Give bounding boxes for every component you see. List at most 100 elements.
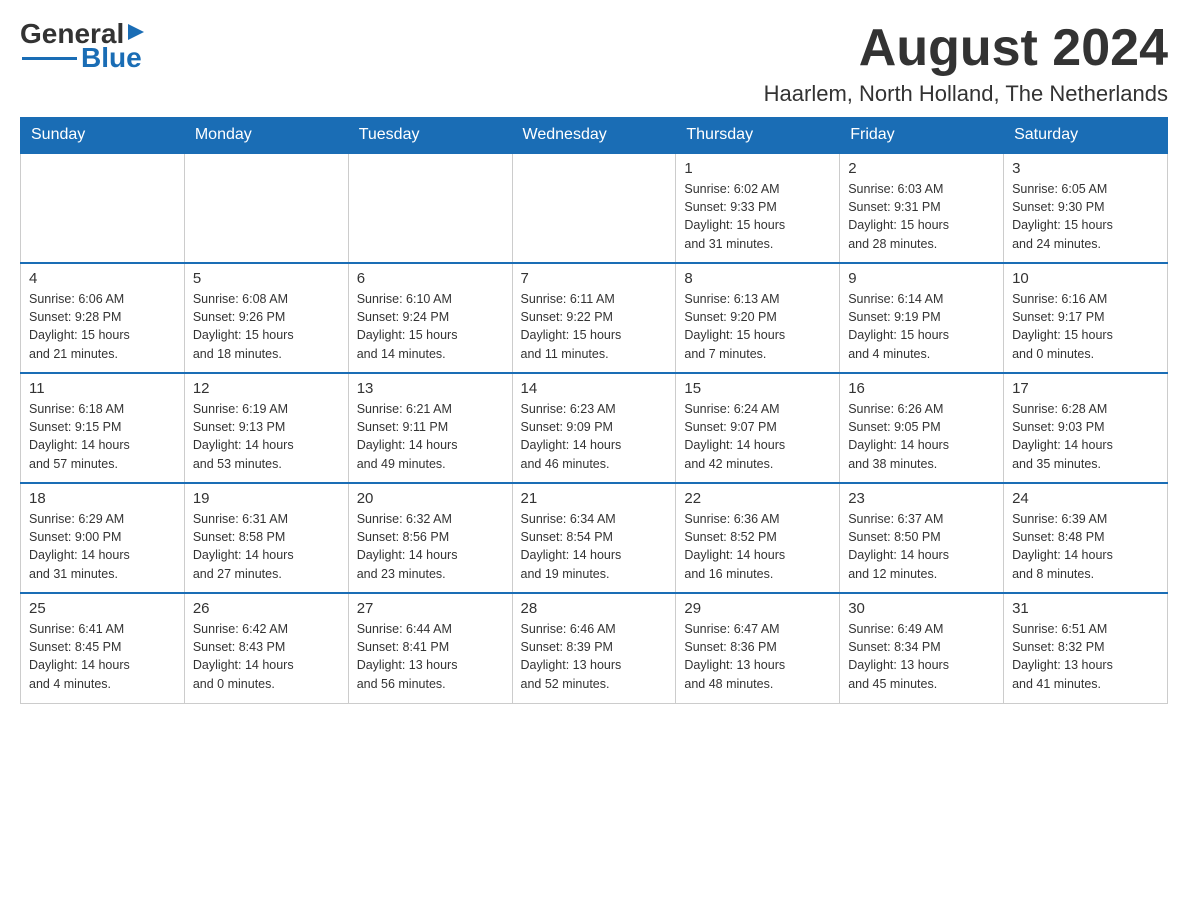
day-info: Sunrise: 6:39 AMSunset: 8:48 PMDaylight:… xyxy=(1012,510,1159,583)
calendar-day-cell: 8 Sunrise: 6:13 AMSunset: 9:20 PMDaylight… xyxy=(676,263,840,373)
day-info: Sunrise: 6:41 AMSunset: 8:45 PMDaylight:… xyxy=(29,620,176,693)
calendar-day-cell: 18Sunrise: 6:29 AMSunset: 9:00 PMDayligh… xyxy=(21,483,185,593)
day-number: 21 xyxy=(521,490,668,507)
day-info: Sunrise: 6:49 AMSunset: 8:34 PMDaylight:… xyxy=(848,620,995,693)
day-info: Sunrise: 6:10 AMSunset: 9:24 PMDaylight:… xyxy=(357,290,504,363)
day-info: Sunrise: 6:14 AMSunset: 9:19 PMDaylight:… xyxy=(848,290,995,363)
day-number: 23 xyxy=(848,490,995,507)
calendar-empty-cell xyxy=(21,153,185,263)
day-info: Sunrise: 6:37 AMSunset: 8:50 PMDaylight:… xyxy=(848,510,995,583)
day-number: 5 xyxy=(193,270,340,287)
day-number: 11 xyxy=(29,380,176,397)
calendar-day-cell: 19 Sunrise: 6:31 AMSunset: 8:58 PMDayligh… xyxy=(184,483,348,593)
day-info: Sunrise: 6:21 AMSunset: 9:11 PMDaylight:… xyxy=(357,400,504,473)
day-number: 29 xyxy=(684,600,831,617)
day-number: 22 xyxy=(684,490,831,507)
day-number: 8 xyxy=(684,270,831,287)
logo-underline xyxy=(22,57,77,60)
day-info: Sunrise: 6:32 AMSunset: 8:56 PMDaylight:… xyxy=(357,510,504,583)
calendar-day-cell: 22 Sunrise: 6:36 AMSunset: 8:52 PMDayligh… xyxy=(676,483,840,593)
calendar-header-row: SundayMondayTuesdayWednesdayThursdayFrid… xyxy=(21,118,1168,154)
day-info: Sunrise: 6:19 AMSunset: 9:13 PMDaylight:… xyxy=(193,400,340,473)
day-info: Sunrise: 6:16 AMSunset: 9:17 PMDaylight:… xyxy=(1012,290,1159,363)
day-info: Sunrise: 6:18 AMSunset: 9:15 PMDaylight:… xyxy=(29,400,176,473)
logo-text-blue: Blue xyxy=(81,44,142,72)
day-number: 19 xyxy=(193,490,340,507)
day-number: 6 xyxy=(357,270,504,287)
calendar-day-cell: 11 Sunrise: 6:18 AMSunset: 9:15 PMDayligh… xyxy=(21,373,185,483)
day-info: Sunrise: 6:24 AMSunset: 9:07 PMDaylight:… xyxy=(684,400,831,473)
day-number: 13 xyxy=(357,380,504,397)
day-number: 16 xyxy=(848,380,995,397)
day-number: 20 xyxy=(357,490,504,507)
calendar-table: SundayMondayTuesdayWednesdayThursdayFrid… xyxy=(20,117,1168,704)
day-number: 26 xyxy=(193,600,340,617)
day-info: Sunrise: 6:26 AMSunset: 9:05 PMDaylight:… xyxy=(848,400,995,473)
day-info: Sunrise: 6:03 AMSunset: 9:31 PMDaylight:… xyxy=(848,180,995,253)
calendar-day-cell: 28Sunrise: 6:46 AMSunset: 8:39 PMDayligh… xyxy=(512,593,676,703)
weekday-header-sunday: Sunday xyxy=(21,118,185,154)
day-info: Sunrise: 6:05 AMSunset: 9:30 PMDaylight:… xyxy=(1012,180,1159,253)
day-info: Sunrise: 6:06 AMSunset: 9:28 PMDaylight:… xyxy=(29,290,176,363)
day-info: Sunrise: 6:47 AMSunset: 8:36 PMDaylight:… xyxy=(684,620,831,693)
calendar-day-cell: 15 Sunrise: 6:24 AMSunset: 9:07 PMDayligh… xyxy=(676,373,840,483)
title-block: August 2024 Haarlem, North Holland, The … xyxy=(764,20,1168,107)
weekday-header-tuesday: Tuesday xyxy=(348,118,512,154)
calendar-day-cell: 29 Sunrise: 6:47 AMSunset: 8:36 PMDayligh… xyxy=(676,593,840,703)
calendar-day-cell: 26Sunrise: 6:42 AMSunset: 8:43 PMDayligh… xyxy=(184,593,348,703)
calendar-day-cell: 31Sunrise: 6:51 AMSunset: 8:32 PMDayligh… xyxy=(1004,593,1168,703)
day-info: Sunrise: 6:51 AMSunset: 8:32 PMDaylight:… xyxy=(1012,620,1159,693)
day-number: 17 xyxy=(1012,380,1159,397)
day-number: 3 xyxy=(1012,160,1159,177)
day-number: 9 xyxy=(848,270,995,287)
calendar-week-row: 11 Sunrise: 6:18 AMSunset: 9:15 PMDayligh… xyxy=(21,373,1168,483)
weekday-header-wednesday: Wednesday xyxy=(512,118,676,154)
calendar-day-cell: 21 Sunrise: 6:34 AMSunset: 8:54 PMDayligh… xyxy=(512,483,676,593)
logo-arrow-icon xyxy=(126,22,146,42)
day-number: 18 xyxy=(29,490,176,507)
calendar-day-cell: 30Sunrise: 6:49 AMSunset: 8:34 PMDayligh… xyxy=(840,593,1004,703)
calendar-day-cell: 9 Sunrise: 6:14 AMSunset: 9:19 PMDaylight… xyxy=(840,263,1004,373)
calendar-day-cell: 10Sunrise: 6:16 AMSunset: 9:17 PMDayligh… xyxy=(1004,263,1168,373)
calendar-day-cell: 23 Sunrise: 6:37 AMSunset: 8:50 PMDayligh… xyxy=(840,483,1004,593)
calendar-empty-cell xyxy=(184,153,348,263)
calendar-day-cell: 16 Sunrise: 6:26 AMSunset: 9:05 PMDayligh… xyxy=(840,373,1004,483)
day-number: 15 xyxy=(684,380,831,397)
day-number: 24 xyxy=(1012,490,1159,507)
day-info: Sunrise: 6:36 AMSunset: 8:52 PMDaylight:… xyxy=(684,510,831,583)
logo: General Blue xyxy=(20,20,146,72)
weekday-header-friday: Friday xyxy=(840,118,1004,154)
day-number: 7 xyxy=(521,270,668,287)
calendar-day-cell: 4 Sunrise: 6:06 AMSunset: 9:28 PMDaylight… xyxy=(21,263,185,373)
calendar-week-row: 4 Sunrise: 6:06 AMSunset: 9:28 PMDaylight… xyxy=(21,263,1168,373)
day-number: 2 xyxy=(848,160,995,177)
day-info: Sunrise: 6:34 AMSunset: 8:54 PMDaylight:… xyxy=(521,510,668,583)
day-info: Sunrise: 6:44 AMSunset: 8:41 PMDaylight:… xyxy=(357,620,504,693)
calendar-week-row: 1Sunrise: 6:02 AMSunset: 9:33 PMDaylight… xyxy=(21,153,1168,263)
day-number: 12 xyxy=(193,380,340,397)
day-info: Sunrise: 6:13 AMSunset: 9:20 PMDaylight:… xyxy=(684,290,831,363)
calendar-day-cell: 24 Sunrise: 6:39 AMSunset: 8:48 PMDayligh… xyxy=(1004,483,1168,593)
calendar-week-row: 18Sunrise: 6:29 AMSunset: 9:00 PMDayligh… xyxy=(21,483,1168,593)
location-title: Haarlem, North Holland, The Netherlands xyxy=(764,81,1168,107)
day-number: 14 xyxy=(521,380,668,397)
calendar-day-cell: 2 Sunrise: 6:03 AMSunset: 9:31 PMDaylight… xyxy=(840,153,1004,263)
day-number: 1 xyxy=(684,160,831,177)
day-info: Sunrise: 6:31 AMSunset: 8:58 PMDaylight:… xyxy=(193,510,340,583)
day-number: 4 xyxy=(29,270,176,287)
calendar-day-cell: 7 Sunrise: 6:11 AMSunset: 9:22 PMDaylight… xyxy=(512,263,676,373)
calendar-day-cell: 20 Sunrise: 6:32 AMSunset: 8:56 PMDayligh… xyxy=(348,483,512,593)
day-info: Sunrise: 6:11 AMSunset: 9:22 PMDaylight:… xyxy=(521,290,668,363)
calendar-day-cell: 17 Sunrise: 6:28 AMSunset: 9:03 PMDayligh… xyxy=(1004,373,1168,483)
day-info: Sunrise: 6:28 AMSunset: 9:03 PMDaylight:… xyxy=(1012,400,1159,473)
calendar-day-cell: 12 Sunrise: 6:19 AMSunset: 9:13 PMDayligh… xyxy=(184,373,348,483)
calendar-day-cell: 13 Sunrise: 6:21 AMSunset: 9:11 PMDayligh… xyxy=(348,373,512,483)
day-number: 25 xyxy=(29,600,176,617)
day-number: 28 xyxy=(521,600,668,617)
calendar-day-cell: 5Sunrise: 6:08 AMSunset: 9:26 PMDaylight… xyxy=(184,263,348,373)
day-info: Sunrise: 6:23 AMSunset: 9:09 PMDaylight:… xyxy=(521,400,668,473)
calendar-day-cell: 3 Sunrise: 6:05 AMSunset: 9:30 PMDaylight… xyxy=(1004,153,1168,263)
calendar-week-row: 25 Sunrise: 6:41 AMSunset: 8:45 PMDayligh… xyxy=(21,593,1168,703)
calendar-day-cell: 14 Sunrise: 6:23 AMSunset: 9:09 PMDayligh… xyxy=(512,373,676,483)
weekday-header-saturday: Saturday xyxy=(1004,118,1168,154)
